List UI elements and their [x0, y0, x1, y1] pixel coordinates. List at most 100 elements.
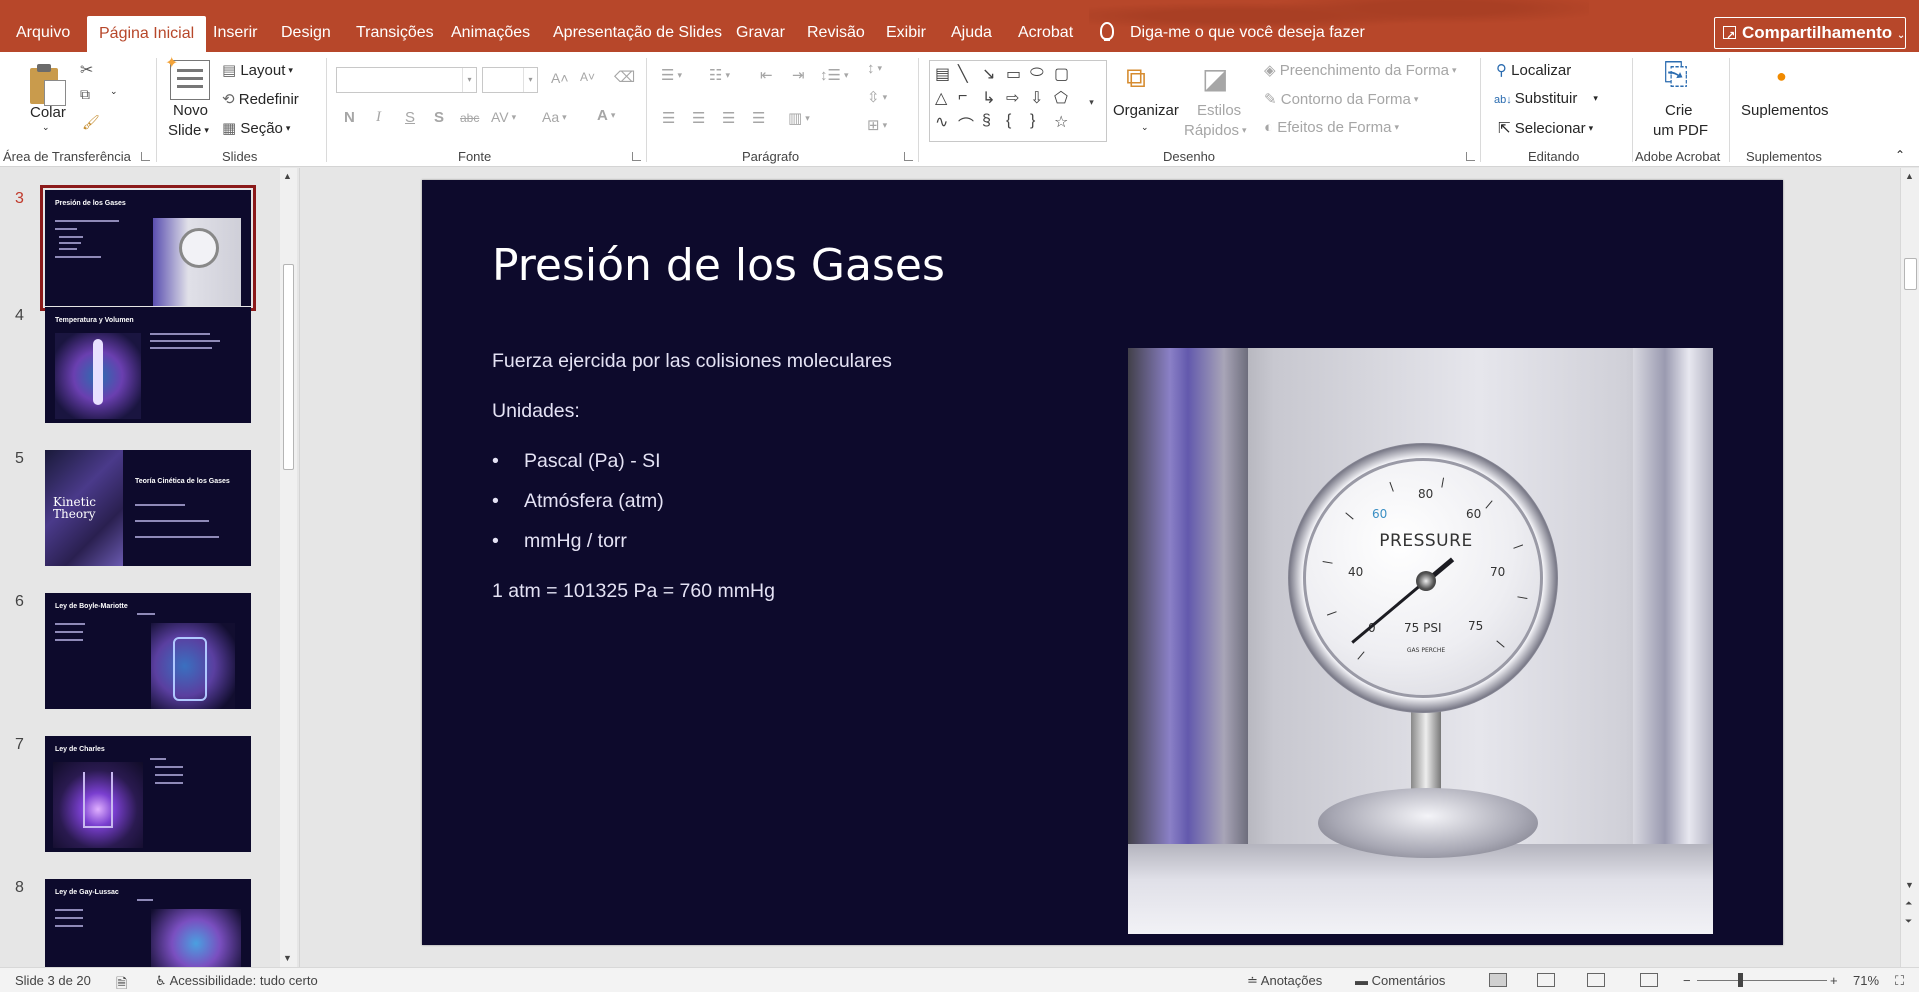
shape-effects-button[interactable]: ◐ Efeitos de Forma ▾ [1264, 119, 1399, 136]
scrollbar-thumb[interactable] [1904, 258, 1917, 290]
thumbnail-slide-6[interactable]: Ley de Boyle-Mariotte [45, 593, 251, 709]
menu-pagina-inicial[interactable]: Página Inicial [87, 16, 207, 52]
new-slide-icon[interactable]: ✦ [165, 55, 210, 100]
zoom-slider-thumb[interactable] [1738, 973, 1743, 987]
shape-fill-button[interactable]: ◈ Preenchimento da Forma ▾ [1264, 61, 1456, 79]
zoom-level[interactable]: 71% [1853, 973, 1879, 988]
paste-chevron-icon[interactable]: ⌄ [42, 122, 50, 133]
zoom-out-icon[interactable]: − [1683, 973, 1691, 988]
accessibility-status[interactable]: ♿ Acessibilidade: tudo certo [155, 973, 318, 989]
create-pdf-button[interactable]: um PDF [1653, 122, 1708, 139]
addins-button[interactable]: Suplementos [1741, 102, 1829, 119]
italic-icon[interactable]: I [376, 109, 381, 126]
new-slide-button[interactable]: Slide ▾ [168, 122, 209, 139]
quick-styles-icon[interactable]: ◪ [1202, 62, 1228, 95]
slide-intro-text[interactable]: Fuerza ejercida por las colisiones molec… [492, 350, 892, 373]
slide-title[interactable]: Presión de los Gases [492, 240, 945, 291]
menu-exibir[interactable]: Exibir [886, 0, 926, 52]
thumbnail-slide-5[interactable]: Kinetic Theory Teoría Cinética de los Ga… [45, 450, 251, 566]
cut-icon[interactable]: ✂ [80, 60, 93, 80]
curve-shape-icon[interactable]: ∿ [935, 112, 948, 132]
normal-view-icon[interactable] [1489, 973, 1507, 987]
menu-acrobat[interactable]: Acrobat [1018, 0, 1073, 52]
clipboard-launcher-icon[interactable] [141, 152, 150, 161]
find-button[interactable]: ⚲ Localizar [1496, 61, 1571, 79]
elbow-connector-shape-icon[interactable]: ⌐ [958, 88, 967, 106]
thumbnail-slide-7[interactable]: Ley de Charles [45, 736, 251, 852]
font-family-select[interactable]: ▾ [336, 67, 477, 93]
underline-icon[interactable]: S [405, 109, 415, 126]
line-spacing-icon[interactable]: ↕☰ ▾ [820, 66, 848, 84]
align-right-icon[interactable]: ☰ [722, 109, 735, 127]
quick-styles-label-1[interactable]: Estilos [1197, 102, 1241, 119]
align-center-icon[interactable]: ☰ [692, 109, 705, 127]
rounded-rect-shape-icon[interactable]: ▢ [1054, 64, 1069, 84]
align-text-icon[interactable]: ⇳ ▾ [867, 88, 887, 106]
thumbnail-scrollbar[interactable]: ▲ ▼ [280, 168, 297, 967]
paste-icon[interactable] [30, 62, 66, 106]
menu-design[interactable]: Design [281, 0, 331, 52]
star-shape-icon[interactable]: ☆ [1054, 112, 1068, 132]
thumbnail-slide-8[interactable]: Ley de Gay-Lussac [45, 879, 251, 967]
shapes-more-icon[interactable]: ▾ [1077, 60, 1107, 142]
bold-icon[interactable]: N [344, 109, 355, 126]
scrollbar-thumb[interactable] [283, 264, 294, 470]
create-pdf-label-1[interactable]: Crie [1665, 102, 1693, 119]
shape-outline-button[interactable]: ✎ Contorno da Forma ▾ [1264, 90, 1418, 108]
equivalence-text[interactable]: 1 atm = 101325 Pa = 760 mmHg [492, 580, 775, 603]
left-brace-shape-icon[interactable]: { [1006, 112, 1011, 130]
copy-chevron-icon[interactable]: ⌄ [110, 86, 118, 97]
oval-shape-icon[interactable]: ⬭ [1030, 64, 1044, 82]
previous-slide-icon[interactable]: ⏶ [1905, 898, 1912, 909]
arc-shape-icon[interactable]: ⌒ [958, 112, 974, 136]
next-slide-icon[interactable]: ⏷ [1905, 916, 1912, 927]
shadow-icon[interactable]: S [434, 109, 444, 126]
bullet-item[interactable]: • Pascal (Pa) - SI [492, 450, 661, 473]
drawing-launcher-icon[interactable] [1466, 152, 1475, 161]
tell-me-search[interactable]: Diga-me o que você deseja fazer [1100, 0, 1365, 52]
down-arrow-shape-icon[interactable]: ⇩ [1030, 88, 1043, 108]
shapes-gallery[interactable]: ▤ ╲ ↘ ▭ ⬭ ▢ △ ⌐ ↳ ⇨ ⇩ ⬠ ∿ ⌒ § { } ☆ [929, 60, 1079, 142]
select-button[interactable]: ⇱ Selecionar ▾ [1498, 119, 1593, 137]
right-brace-shape-icon[interactable]: } [1030, 112, 1035, 130]
chevron-down-icon[interactable]: ⌄ [1141, 122, 1149, 133]
arrange-icon[interactable]: ⧉ [1126, 62, 1146, 95]
menu-ajuda[interactable]: Ajuda [951, 0, 992, 52]
text-direction-icon[interactable]: ↕ ▾ [867, 60, 882, 77]
create-pdf-icon[interactable]: ⎘ [1664, 58, 1688, 92]
reading-view-icon[interactable] [1587, 973, 1605, 987]
notes-button[interactable]: ≐ Anotações [1247, 973, 1322, 989]
font-launcher-icon[interactable] [632, 152, 641, 161]
reset-button[interactable]: ⟲ Redefinir [222, 90, 299, 108]
rectangle-shape-icon[interactable]: ▭ [1006, 64, 1021, 84]
scroll-down-icon[interactable]: ▼ [283, 953, 292, 963]
grow-font-icon[interactable]: A˄ [551, 70, 569, 86]
copy-icon[interactable]: ⧉ [80, 86, 90, 103]
smartart-icon[interactable]: ⊞ ▾ [867, 116, 887, 134]
collapse-ribbon-icon[interactable]: ⌃ [1895, 148, 1905, 162]
s-curve-shape-icon[interactable]: § [982, 112, 991, 130]
scroll-down-icon[interactable]: ▼ [1905, 880, 1914, 890]
layout-button[interactable]: ▤ Layout ▾ [222, 61, 293, 79]
slide-sorter-view-icon[interactable] [1537, 973, 1555, 987]
character-spacing-icon[interactable]: AV ▾ [491, 109, 516, 125]
scroll-up-icon[interactable]: ▲ [283, 171, 292, 181]
change-case-icon[interactable]: Aa ▾ [542, 109, 567, 125]
line-shape-icon[interactable]: ╲ [958, 64, 968, 84]
section-button[interactable]: ▦ Seção ▾ [222, 119, 290, 137]
quick-styles-button[interactable]: Rápidos ▾ [1184, 122, 1247, 139]
columns-icon[interactable]: ▥ ▾ [788, 109, 810, 127]
bullet-item[interactable]: • mmHg / torr [492, 530, 627, 553]
menu-animacoes[interactable]: Animações [451, 0, 530, 52]
elbow-arrow-shape-icon[interactable]: ↳ [982, 88, 995, 108]
current-slide[interactable]: Presión de los Gases Fuerza ejercida por… [422, 180, 1783, 945]
spelling-icon[interactable]: 🗎 [116, 973, 127, 992]
replace-button[interactable]: ab↓ Substituir ▾ [1494, 90, 1598, 107]
bullet-item[interactable]: • Atmósfera (atm) [492, 490, 664, 513]
new-slide-label-1[interactable]: Novo [173, 102, 208, 119]
zoom-slider[interactable] [1697, 980, 1827, 981]
units-heading[interactable]: Unidades: [492, 400, 580, 423]
arrange-button[interactable]: Organizar [1113, 102, 1179, 119]
paragraph-launcher-icon[interactable] [904, 152, 913, 161]
justify-icon[interactable]: ☰ [752, 109, 765, 127]
